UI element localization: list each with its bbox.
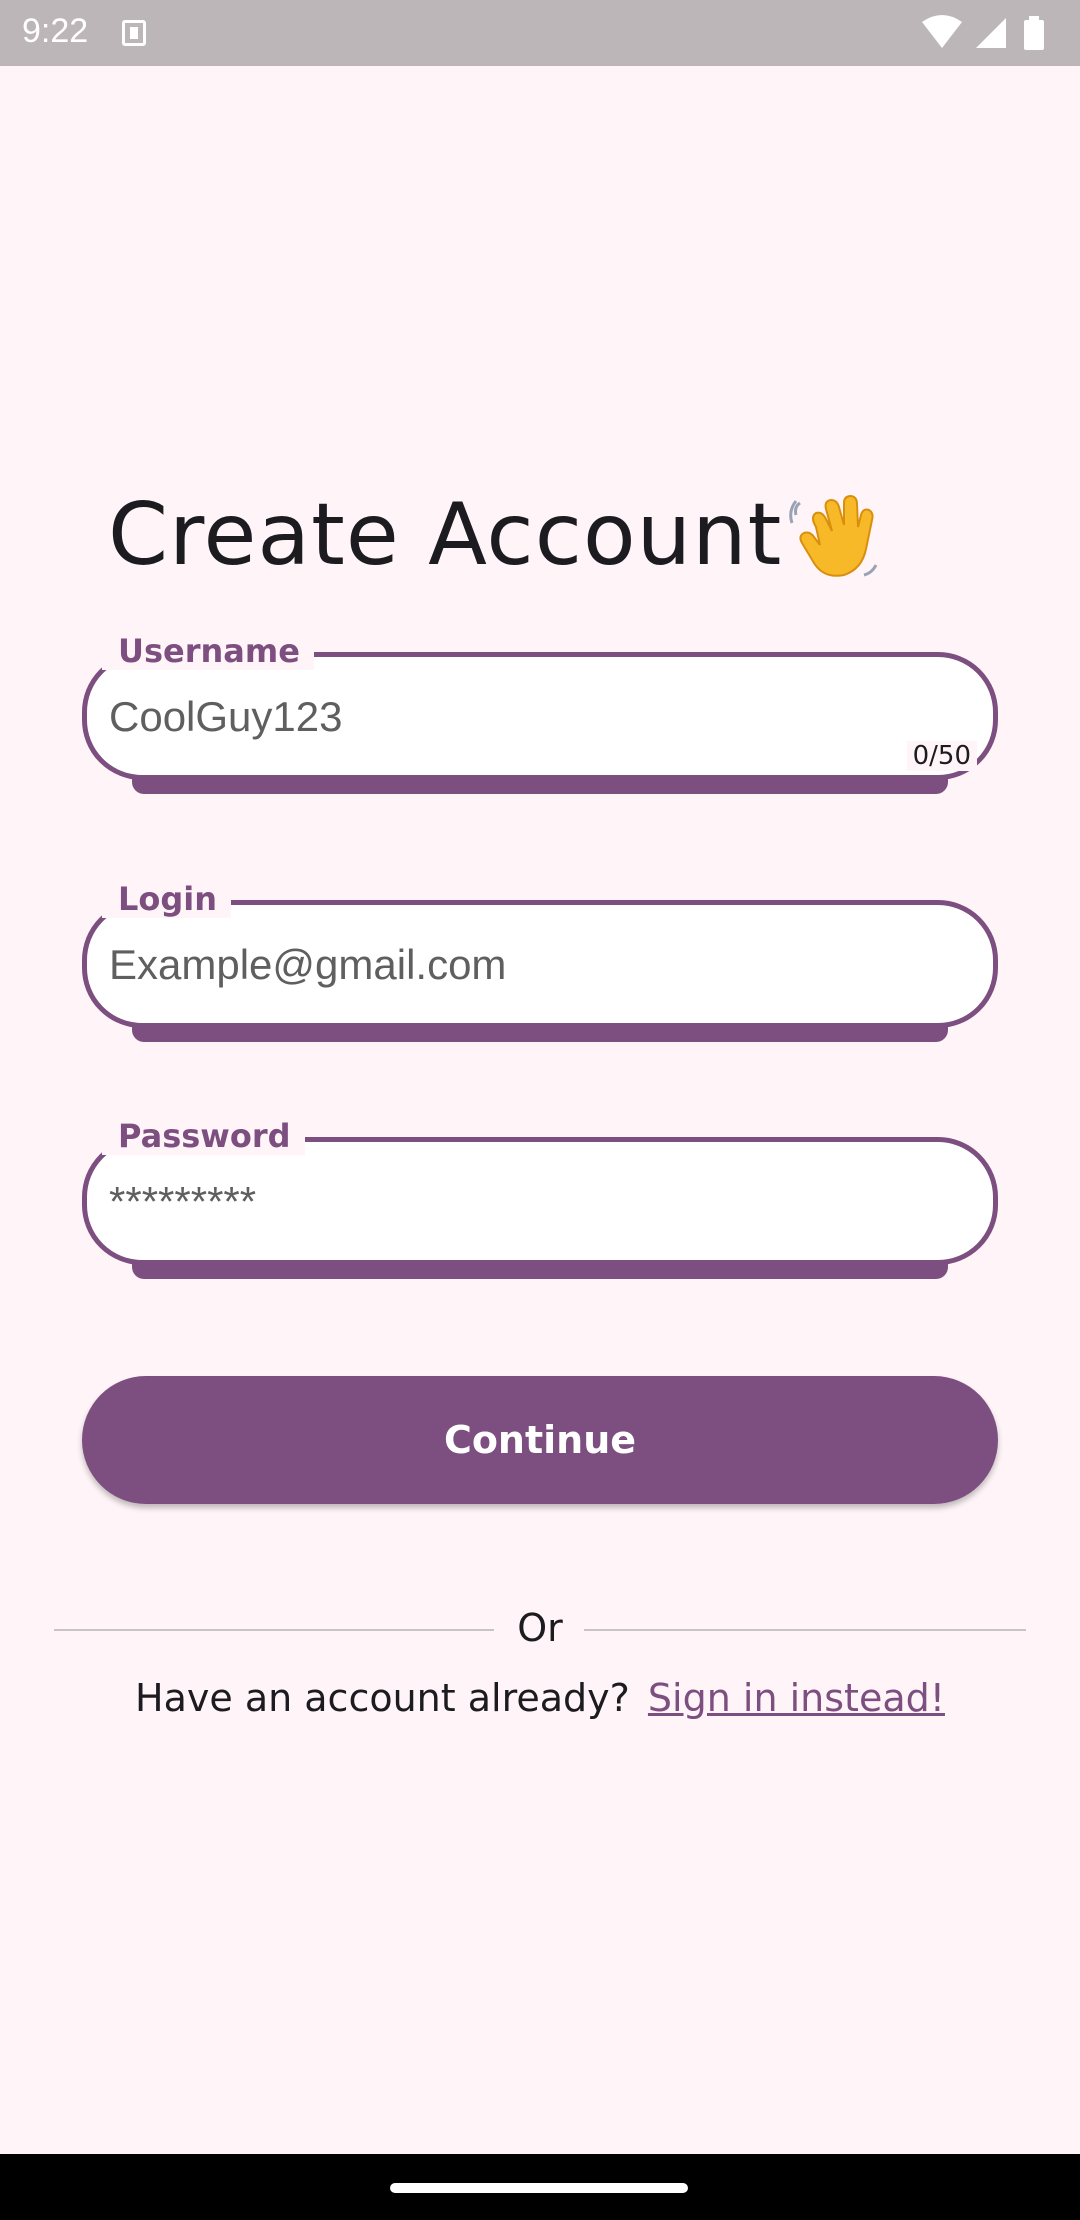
password-input-box[interactable]: *********: [82, 1137, 998, 1265]
waving-hand-icon: [789, 494, 878, 577]
password-label: Password: [102, 1117, 305, 1155]
password-field[interactable]: ********* Password: [82, 1117, 998, 1279]
status-bar: 9:22: [0, 0, 1080, 66]
sign-in-link[interactable]: Sign in instead!: [648, 1676, 945, 1720]
status-icons: [918, 14, 1058, 52]
username-input-box[interactable]: CoolGuy123 0/50: [82, 652, 998, 780]
navigation-bar: [0, 2154, 1080, 2220]
login-label: Login: [102, 880, 232, 918]
login-value[interactable]: Example@gmail.com: [109, 941, 506, 989]
keyboard-notification-icon: [122, 20, 146, 46]
login-field[interactable]: Example@gmail.com Login: [82, 880, 998, 1042]
login-field-shadow: [132, 1026, 948, 1042]
username-char-counter: 0/50: [906, 741, 977, 771]
wifi-icon: [922, 15, 962, 48]
username-label: Username: [102, 632, 314, 670]
page-title: Create Account: [108, 480, 882, 590]
battery-icon: [1024, 16, 1044, 50]
username-field-shadow: [132, 778, 948, 794]
username-value[interactable]: CoolGuy123: [109, 693, 342, 741]
username-field[interactable]: CoolGuy123 0/50 Username: [82, 632, 998, 794]
or-divider: Or: [54, 1600, 1026, 1660]
page-title-text: Create Account: [108, 485, 783, 585]
have-account-text: Have an account already?: [135, 1676, 630, 1720]
password-value[interactable]: *********: [109, 1178, 256, 1226]
password-field-shadow: [132, 1263, 948, 1279]
divider-or-text: Or: [517, 1606, 563, 1650]
continue-button[interactable]: Continue: [82, 1376, 998, 1504]
home-indicator[interactable]: [390, 2183, 688, 2193]
signal-icon: [976, 18, 1006, 48]
divider-line-right: [584, 1629, 1026, 1631]
status-time: 9:22: [22, 12, 89, 50]
login-input-box[interactable]: Example@gmail.com: [82, 900, 998, 1028]
signin-prompt: Have an account already? Sign in instead…: [0, 1676, 1080, 1720]
